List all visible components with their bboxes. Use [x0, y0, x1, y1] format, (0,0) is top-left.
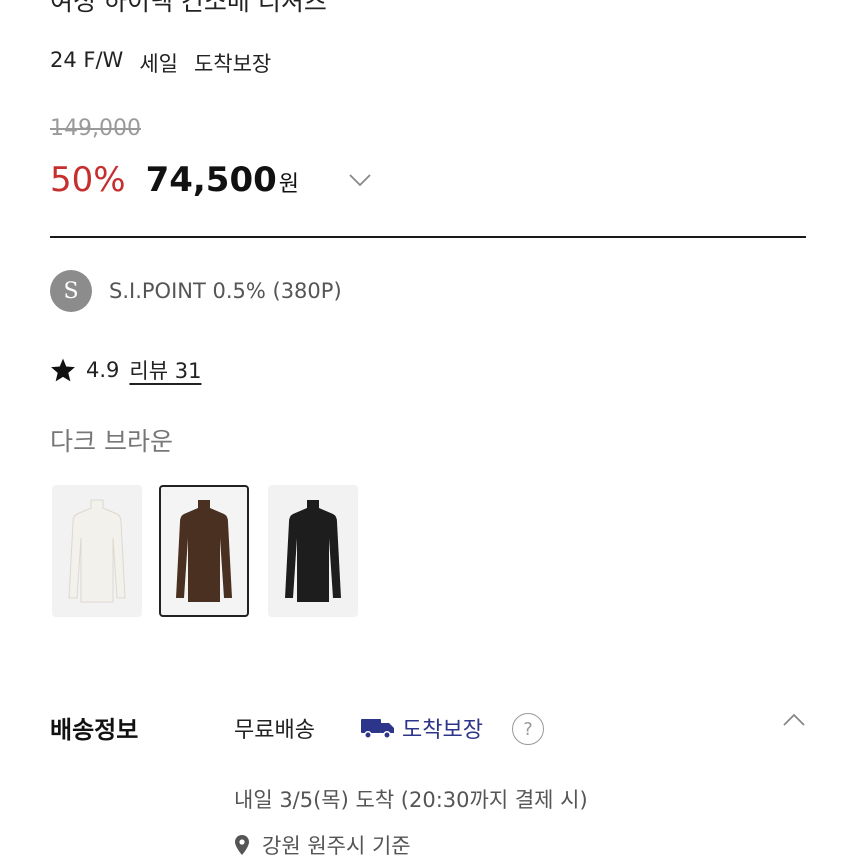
price-row: 50% 74,500 원 [50, 160, 299, 200]
tag-guarantee: 도착보장 [193, 52, 272, 76]
arrival-date-text: 내일 3/5(목) 도착 (20:30까지 결제 시) [234, 788, 588, 812]
review-link[interactable]: 리뷰 31 [129, 355, 201, 385]
color-swatch-dark-brown[interactable] [159, 485, 249, 617]
selected-color-name: 다크 브라운 [50, 427, 173, 456]
color-swatch-white[interactable] [52, 485, 142, 617]
shipping-label: 배송정보 [50, 716, 139, 744]
points-badge-icon: S [50, 270, 92, 312]
help-icon[interactable]: ? [512, 713, 544, 745]
points-text: S.I.POINT 0.5% (380P) [109, 279, 342, 303]
chevron-up-icon[interactable] [782, 712, 806, 728]
location-pin-icon [235, 835, 249, 855]
tag-sale: 세일 [139, 52, 178, 76]
original-price: 149,000 [50, 116, 141, 141]
turtleneck-black-image [285, 500, 341, 602]
product-tags: 24 F/W 세일 도착보장 [50, 48, 271, 78]
truck-icon [361, 719, 394, 739]
discount-rate: 50% [50, 160, 126, 200]
divider [50, 236, 806, 238]
arrival-guarantee-text: 도착보장 [402, 718, 483, 743]
star-icon [51, 358, 75, 382]
turtleneck-brown-image [176, 500, 232, 602]
tag-season: 24 F/W [50, 48, 124, 72]
sale-price: 74,500 [145, 160, 277, 200]
rating-row: 4.9 리뷰 31 [50, 355, 201, 385]
chevron-down-icon[interactable] [348, 172, 372, 188]
location-row[interactable]: 강원 원주시 기준 [234, 830, 411, 856]
color-swatch-black[interactable] [268, 485, 358, 617]
location-text: 강원 원주시 기준 [262, 834, 411, 856]
product-title: 여성 하이넥 긴소매 티셔츠 [50, 0, 327, 16]
free-shipping-text: 무료배송 [234, 718, 315, 743]
currency-unit: 원 [278, 172, 300, 197]
rating-value: 4.9 [86, 358, 120, 382]
turtleneck-white-image [68, 499, 126, 603]
points-row: S S.I.POINT 0.5% (380P) [50, 270, 342, 312]
